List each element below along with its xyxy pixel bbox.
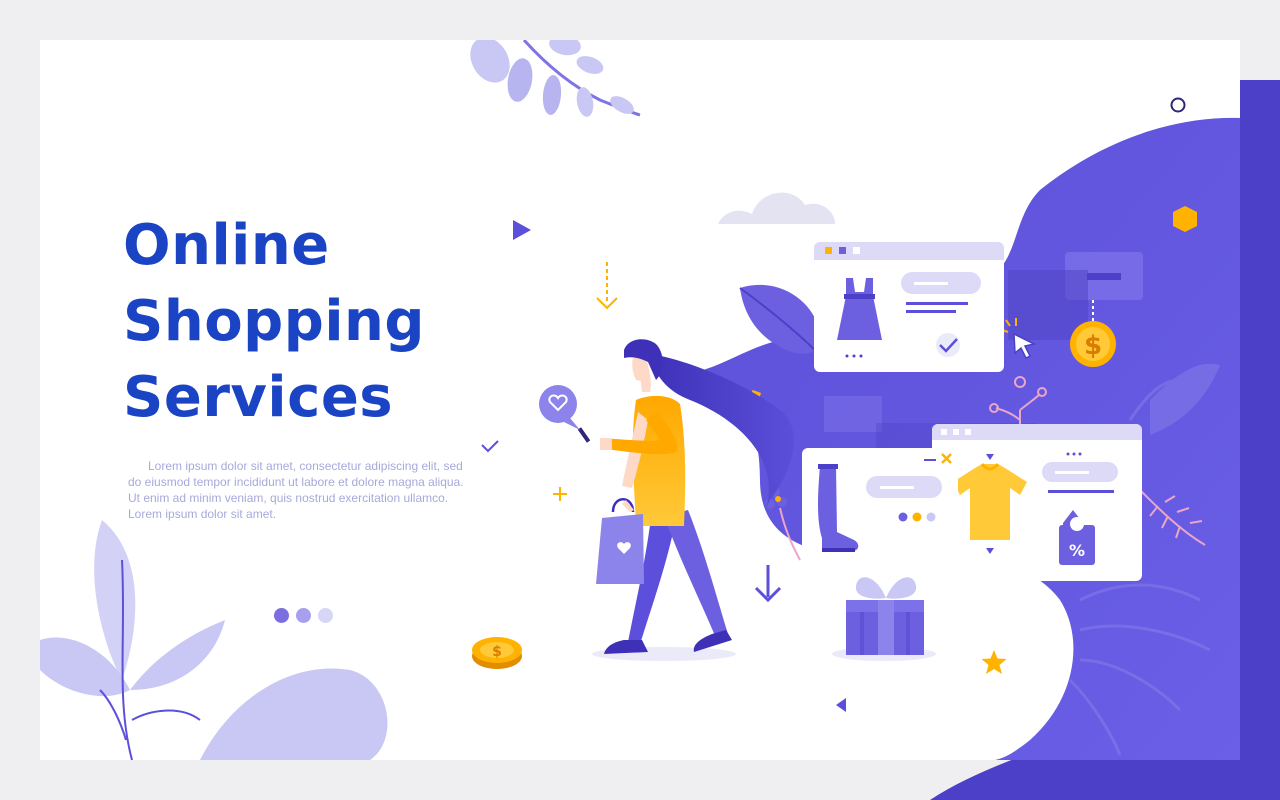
cloud bbox=[718, 192, 835, 224]
top-leaves bbox=[470, 40, 641, 117]
gift-icon bbox=[832, 577, 936, 661]
product-window-dress[interactable] bbox=[814, 242, 1004, 372]
bottom-left-foliage bbox=[40, 520, 388, 760]
product-window-tshirt[interactable]: % bbox=[932, 424, 1142, 581]
checkmark-icon bbox=[936, 333, 960, 357]
shopping-illustration: $ % $ bbox=[40, 40, 1240, 760]
product-window-boot[interactable] bbox=[802, 448, 958, 556]
dollar-coin-icon: $ bbox=[1070, 321, 1116, 367]
svg-text:$: $ bbox=[492, 644, 502, 660]
down-arrow-icon bbox=[754, 565, 782, 603]
hero-card: Online Shopping Services Lorem ipsum dol… bbox=[40, 40, 1240, 760]
heart-icon bbox=[539, 385, 580, 430]
star-icon bbox=[981, 650, 1007, 674]
svg-text:$: $ bbox=[1084, 331, 1102, 361]
dollar-coin-icon: $ bbox=[472, 637, 522, 669]
svg-text:%: % bbox=[1069, 541, 1085, 560]
down-arrow-icon bbox=[596, 262, 618, 310]
